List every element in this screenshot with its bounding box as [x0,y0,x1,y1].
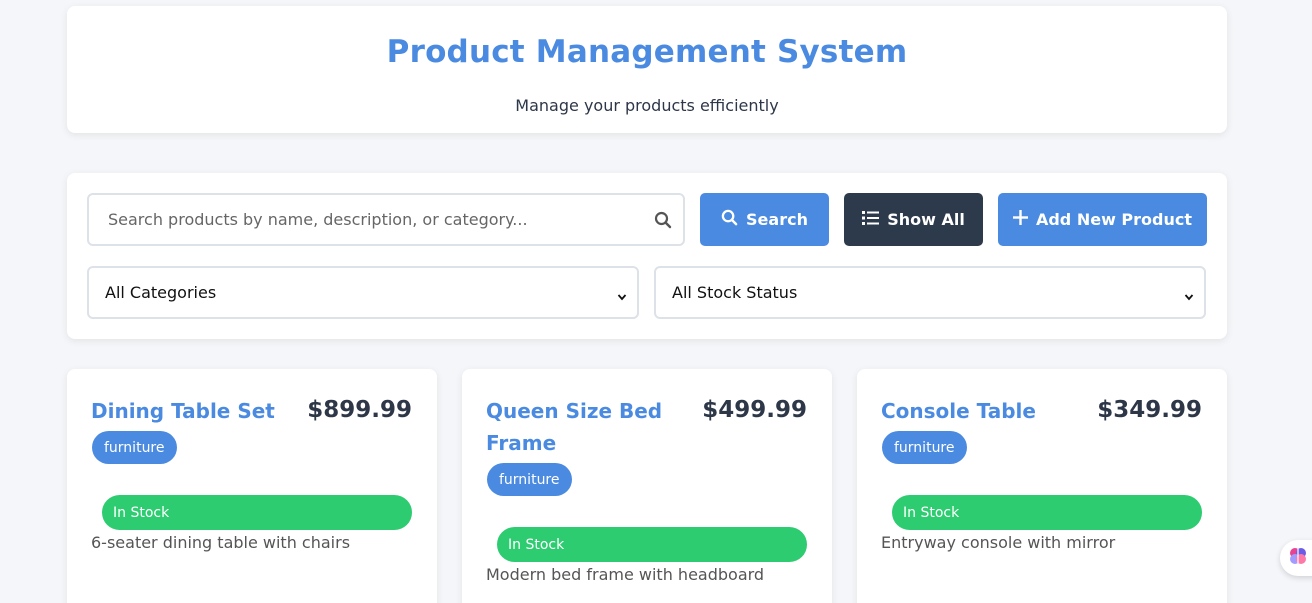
add-product-button-label: Add New Product [1035,210,1193,229]
list-icon [862,210,880,229]
brain-icon [1288,546,1308,570]
category-select-value: All Categories [105,283,217,302]
add-product-button[interactable]: Add New Product [998,193,1207,246]
header-card: Product Management System Manage your pr… [67,6,1227,133]
stock-badge: In Stock [102,495,412,530]
page-subtitle: Manage your products efficiently [515,96,779,115]
product-card: Dining Table Set $899.99 furniture In St… [67,369,437,603]
chevron-down-icon [617,287,627,306]
category-select[interactable]: All Categories [87,266,639,319]
product-description: 6-seater dining table with chairs [91,533,351,552]
assistant-bubble[interactable] [1280,540,1312,576]
product-description: Modern bed frame with headboard [486,565,765,584]
stock-status-select[interactable]: All Stock Status [654,266,1206,319]
search-input[interactable] [89,195,649,244]
stock-badge: In Stock [497,527,807,562]
toolbar-card: Search Show All Add New Product All Cate… [67,173,1227,339]
product-description: Entryway console with mirror [881,533,1116,552]
search-icon[interactable] [654,211,672,233]
category-badge: furniture [882,431,967,464]
search-button-label: Search [746,210,808,229]
page-title: Product Management System [386,34,908,70]
search-icon [721,209,738,230]
stock-status-select-value: All Stock Status [672,283,798,302]
product-price: $899.99 [307,397,412,423]
product-card: Console Table $349.99 furniture In Stock… [857,369,1227,603]
product-price: $499.99 [702,397,807,423]
product-price: $349.99 [1097,397,1202,423]
product-name[interactable]: Dining Table Set [91,395,291,427]
search-box [87,193,685,246]
show-all-button[interactable]: Show All [844,193,983,246]
chevron-down-icon [1184,287,1194,306]
product-card: Queen Size Bed Frame $499.99 furniture I… [462,369,832,603]
plus-icon [1012,210,1028,229]
category-badge: furniture [487,463,572,496]
product-name[interactable]: Queen Size Bed Frame [486,395,686,459]
search-button[interactable]: Search [700,193,829,246]
show-all-button-label: Show All [887,210,965,229]
category-badge: furniture [92,431,177,464]
stock-badge: In Stock [892,495,1202,530]
product-name[interactable]: Console Table [881,395,1081,427]
